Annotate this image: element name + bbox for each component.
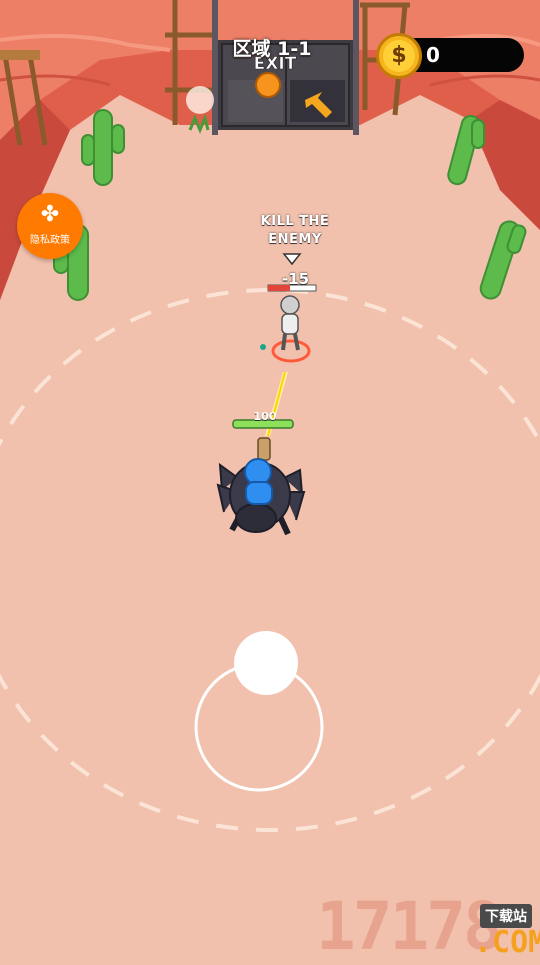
objective-line-1: KILL THE bbox=[260, 214, 330, 229]
player-hp-number: 100 bbox=[253, 410, 277, 423]
clover-icon: ✤ bbox=[40, 202, 60, 227]
damage-number: -15 bbox=[282, 270, 310, 288]
coin-count: 0 bbox=[426, 43, 440, 67]
privacy-policy-label: 隐私政策 bbox=[30, 235, 70, 246]
lamp-glow bbox=[186, 86, 214, 114]
player-gun bbox=[257, 437, 271, 461]
privacy-policy-button[interactable]: ✤ 隐私政策 bbox=[17, 193, 83, 259]
game-scene: EXIT bbox=[0, 0, 540, 960]
exit-marker-icon bbox=[255, 72, 281, 98]
watermark-number: 17178 bbox=[316, 888, 503, 965]
objective-text: KILL THE ENEMY bbox=[240, 213, 350, 249]
watermark-suffix: .COM bbox=[474, 925, 540, 960]
level-title: 区域 1-1 bbox=[232, 38, 312, 60]
objective-line-2: ENEMY bbox=[268, 232, 322, 247]
coin-icon: $ bbox=[376, 33, 422, 79]
joystick-knob[interactable] bbox=[234, 631, 298, 695]
dollar-sign: $ bbox=[383, 40, 415, 72]
